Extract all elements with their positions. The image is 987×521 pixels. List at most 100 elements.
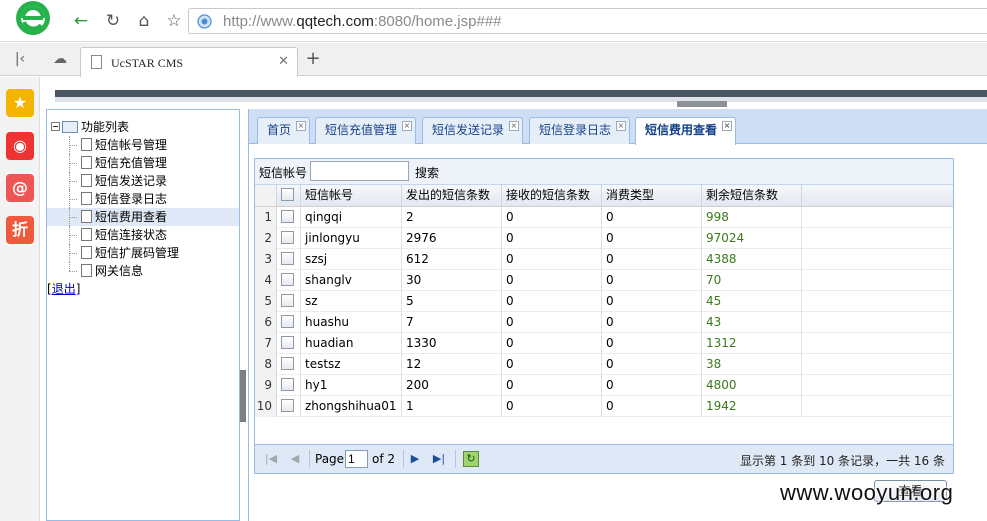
row-checkbox[interactable] xyxy=(281,294,294,307)
cell-received: 0 xyxy=(502,312,602,333)
main-panel: 首页 × 短信充值管理 × 短信发送记录 × 短信登录日志 × 短信费用查看 × 短信帐号 搜索 … xyxy=(248,109,987,521)
table-row[interactable]: 7 huadian 1330 0 0 1312 xyxy=(255,333,953,354)
prev-page-icon[interactable]: ◀ xyxy=(287,451,303,467)
row-checkbox[interactable] xyxy=(281,399,294,412)
column-header[interactable]: 短信帐号 xyxy=(301,185,402,206)
next-page-icon[interactable]: ▶ xyxy=(407,451,423,467)
cell-remaining: 998 xyxy=(702,207,802,228)
cell-type: 0 xyxy=(602,396,702,417)
row-checkbox[interactable] xyxy=(281,273,294,286)
tree-item[interactable]: 短信发送记录 xyxy=(47,172,239,190)
cell-received: 0 xyxy=(502,354,602,375)
search-button[interactable]: 搜索 xyxy=(415,164,439,181)
favorite-star-icon[interactable]: ☆ xyxy=(163,10,185,32)
tree-item[interactable]: 短信费用查看 xyxy=(47,208,239,226)
watermark: www.wooyun.org xyxy=(780,480,954,505)
row-select-cell xyxy=(277,249,301,270)
row-select-cell xyxy=(277,354,301,375)
tab[interactable]: 短信充值管理 × xyxy=(315,117,417,144)
tab[interactable]: 短信登录日志 × xyxy=(529,117,631,144)
row-checkbox[interactable] xyxy=(281,252,294,265)
row-number: 4 xyxy=(255,270,277,291)
cell-remaining: 1942 xyxy=(702,396,802,417)
tab[interactable]: 短信发送记录 × xyxy=(422,117,524,144)
document-icon xyxy=(81,228,92,241)
row-checkbox[interactable] xyxy=(281,336,294,349)
browser-logo-icon[interactable] xyxy=(8,0,58,38)
back-arrow-icon[interactable]: ← xyxy=(70,10,92,32)
cell-remaining: 38 xyxy=(702,354,802,375)
refresh-icon[interactable]: ↻ xyxy=(102,10,124,32)
table-row[interactable]: 8 testsz 12 0 0 38 xyxy=(255,354,953,375)
close-tab-icon[interactable]: × xyxy=(722,121,733,131)
cell-account: huashu xyxy=(301,312,402,333)
star-icon[interactable]: ★ xyxy=(6,89,34,117)
cell-type: 0 xyxy=(602,249,702,270)
table-row[interactable]: 2 jinlongyu 2976 0 0 97024 xyxy=(255,228,953,249)
weibo-icon[interactable]: ◉ xyxy=(6,132,34,160)
column-header[interactable]: 剩余短信条数 xyxy=(702,185,802,206)
function-tree: 功能列表 短信帐号管理 短信充值管理 短信发送记录 短信登录日志 短信费用查看短信连接状… xyxy=(47,118,239,298)
table-row[interactable]: 9 hy1 200 0 0 4800 xyxy=(255,375,953,396)
address-bar[interactable]: http://www.qqtech.com:8080/home.jsp### xyxy=(188,8,987,34)
logout-link[interactable]: 退出 xyxy=(52,282,76,296)
tree-item[interactable]: 短信扩展码管理 xyxy=(47,244,239,262)
last-page-icon[interactable]: ▶| xyxy=(431,451,447,467)
mail-icon[interactable]: @ xyxy=(6,174,34,202)
tree-item[interactable]: 短信充值管理 xyxy=(47,154,239,172)
cell-account: huadian xyxy=(301,333,402,354)
browser-tab[interactable]: UcSTAR CMS ✕ xyxy=(80,47,298,77)
panel-resize-handle[interactable] xyxy=(240,370,246,422)
new-tab-plus-icon[interactable]: + xyxy=(303,49,323,69)
select-all-checkbox[interactable] xyxy=(281,188,294,201)
table-row[interactable]: 10 zhongshihua01 1 0 0 1942 xyxy=(255,396,953,417)
account-search-input[interactable] xyxy=(310,161,409,181)
cell-type: 0 xyxy=(602,312,702,333)
cell-remaining: 45 xyxy=(702,291,802,312)
cell-remaining: 97024 xyxy=(702,228,802,249)
page-number-input[interactable] xyxy=(345,450,368,468)
first-page-icon[interactable]: |◀ xyxy=(263,451,279,467)
tab[interactable]: 短信费用查看 × xyxy=(635,117,737,145)
collapse-minus-icon[interactable] xyxy=(51,122,60,131)
browser-tab-bar: |‹ ☁ UcSTAR CMS ✕ + xyxy=(0,43,987,77)
cloud-icon[interactable]: ☁ xyxy=(50,49,70,69)
row-checkbox[interactable] xyxy=(281,357,294,370)
close-tab-icon[interactable]: × xyxy=(402,121,413,131)
column-header[interactable]: 发出的短信条数 xyxy=(402,185,502,206)
tree-item[interactable]: 短信帐号管理 xyxy=(47,136,239,154)
table-row[interactable]: 1 qingqi 2 0 0 998 xyxy=(255,207,953,228)
table-row[interactable]: 6 huashu 7 0 0 43 xyxy=(255,312,953,333)
table-row[interactable]: 5 sz 5 0 0 45 xyxy=(255,291,953,312)
collapse-handle[interactable] xyxy=(677,101,727,107)
discount-icon[interactable]: 折 xyxy=(6,216,34,244)
row-checkbox[interactable] xyxy=(281,378,294,391)
tree-root[interactable]: 功能列表 xyxy=(47,118,239,136)
tree-item[interactable]: 短信登录日志 xyxy=(47,190,239,208)
table-row[interactable]: 4 shanglv 30 0 0 70 xyxy=(255,270,953,291)
url-text: http://www.qqtech.com:8080/home.jsp### xyxy=(223,13,502,30)
row-checkbox[interactable] xyxy=(281,315,294,328)
close-tab-icon[interactable]: × xyxy=(509,121,520,131)
tree-item[interactable]: 网关信息 xyxy=(47,262,239,280)
tree-item-label: 短信连接状态 xyxy=(95,228,168,242)
close-tab-icon[interactable]: × xyxy=(616,121,627,131)
column-header[interactable]: 接收的短信条数 xyxy=(502,185,602,206)
column-header[interactable]: 消费类型 xyxy=(602,185,702,206)
home-icon[interactable]: ⌂ xyxy=(133,10,155,32)
row-checkbox[interactable] xyxy=(281,210,294,223)
close-tab-icon[interactable]: ✕ xyxy=(278,54,289,69)
header-stripe xyxy=(55,90,987,97)
table-row[interactable]: 3 szsj 612 0 0 4388 xyxy=(255,249,953,270)
cell-account: szsj xyxy=(301,249,402,270)
sidebar-toggle-icon[interactable]: |‹ xyxy=(10,49,30,69)
cell-type: 0 xyxy=(602,228,702,249)
row-checkbox[interactable] xyxy=(281,231,294,244)
document-icon xyxy=(81,210,92,223)
refresh-grid-icon[interactable]: ↻ xyxy=(463,451,479,467)
tree-root-label: 功能列表 xyxy=(81,120,130,134)
tab[interactable]: 首页 × xyxy=(257,117,311,144)
row-select-cell xyxy=(277,270,301,291)
tree-item[interactable]: 短信连接状态 xyxy=(47,226,239,244)
close-tab-icon[interactable]: × xyxy=(296,121,307,131)
